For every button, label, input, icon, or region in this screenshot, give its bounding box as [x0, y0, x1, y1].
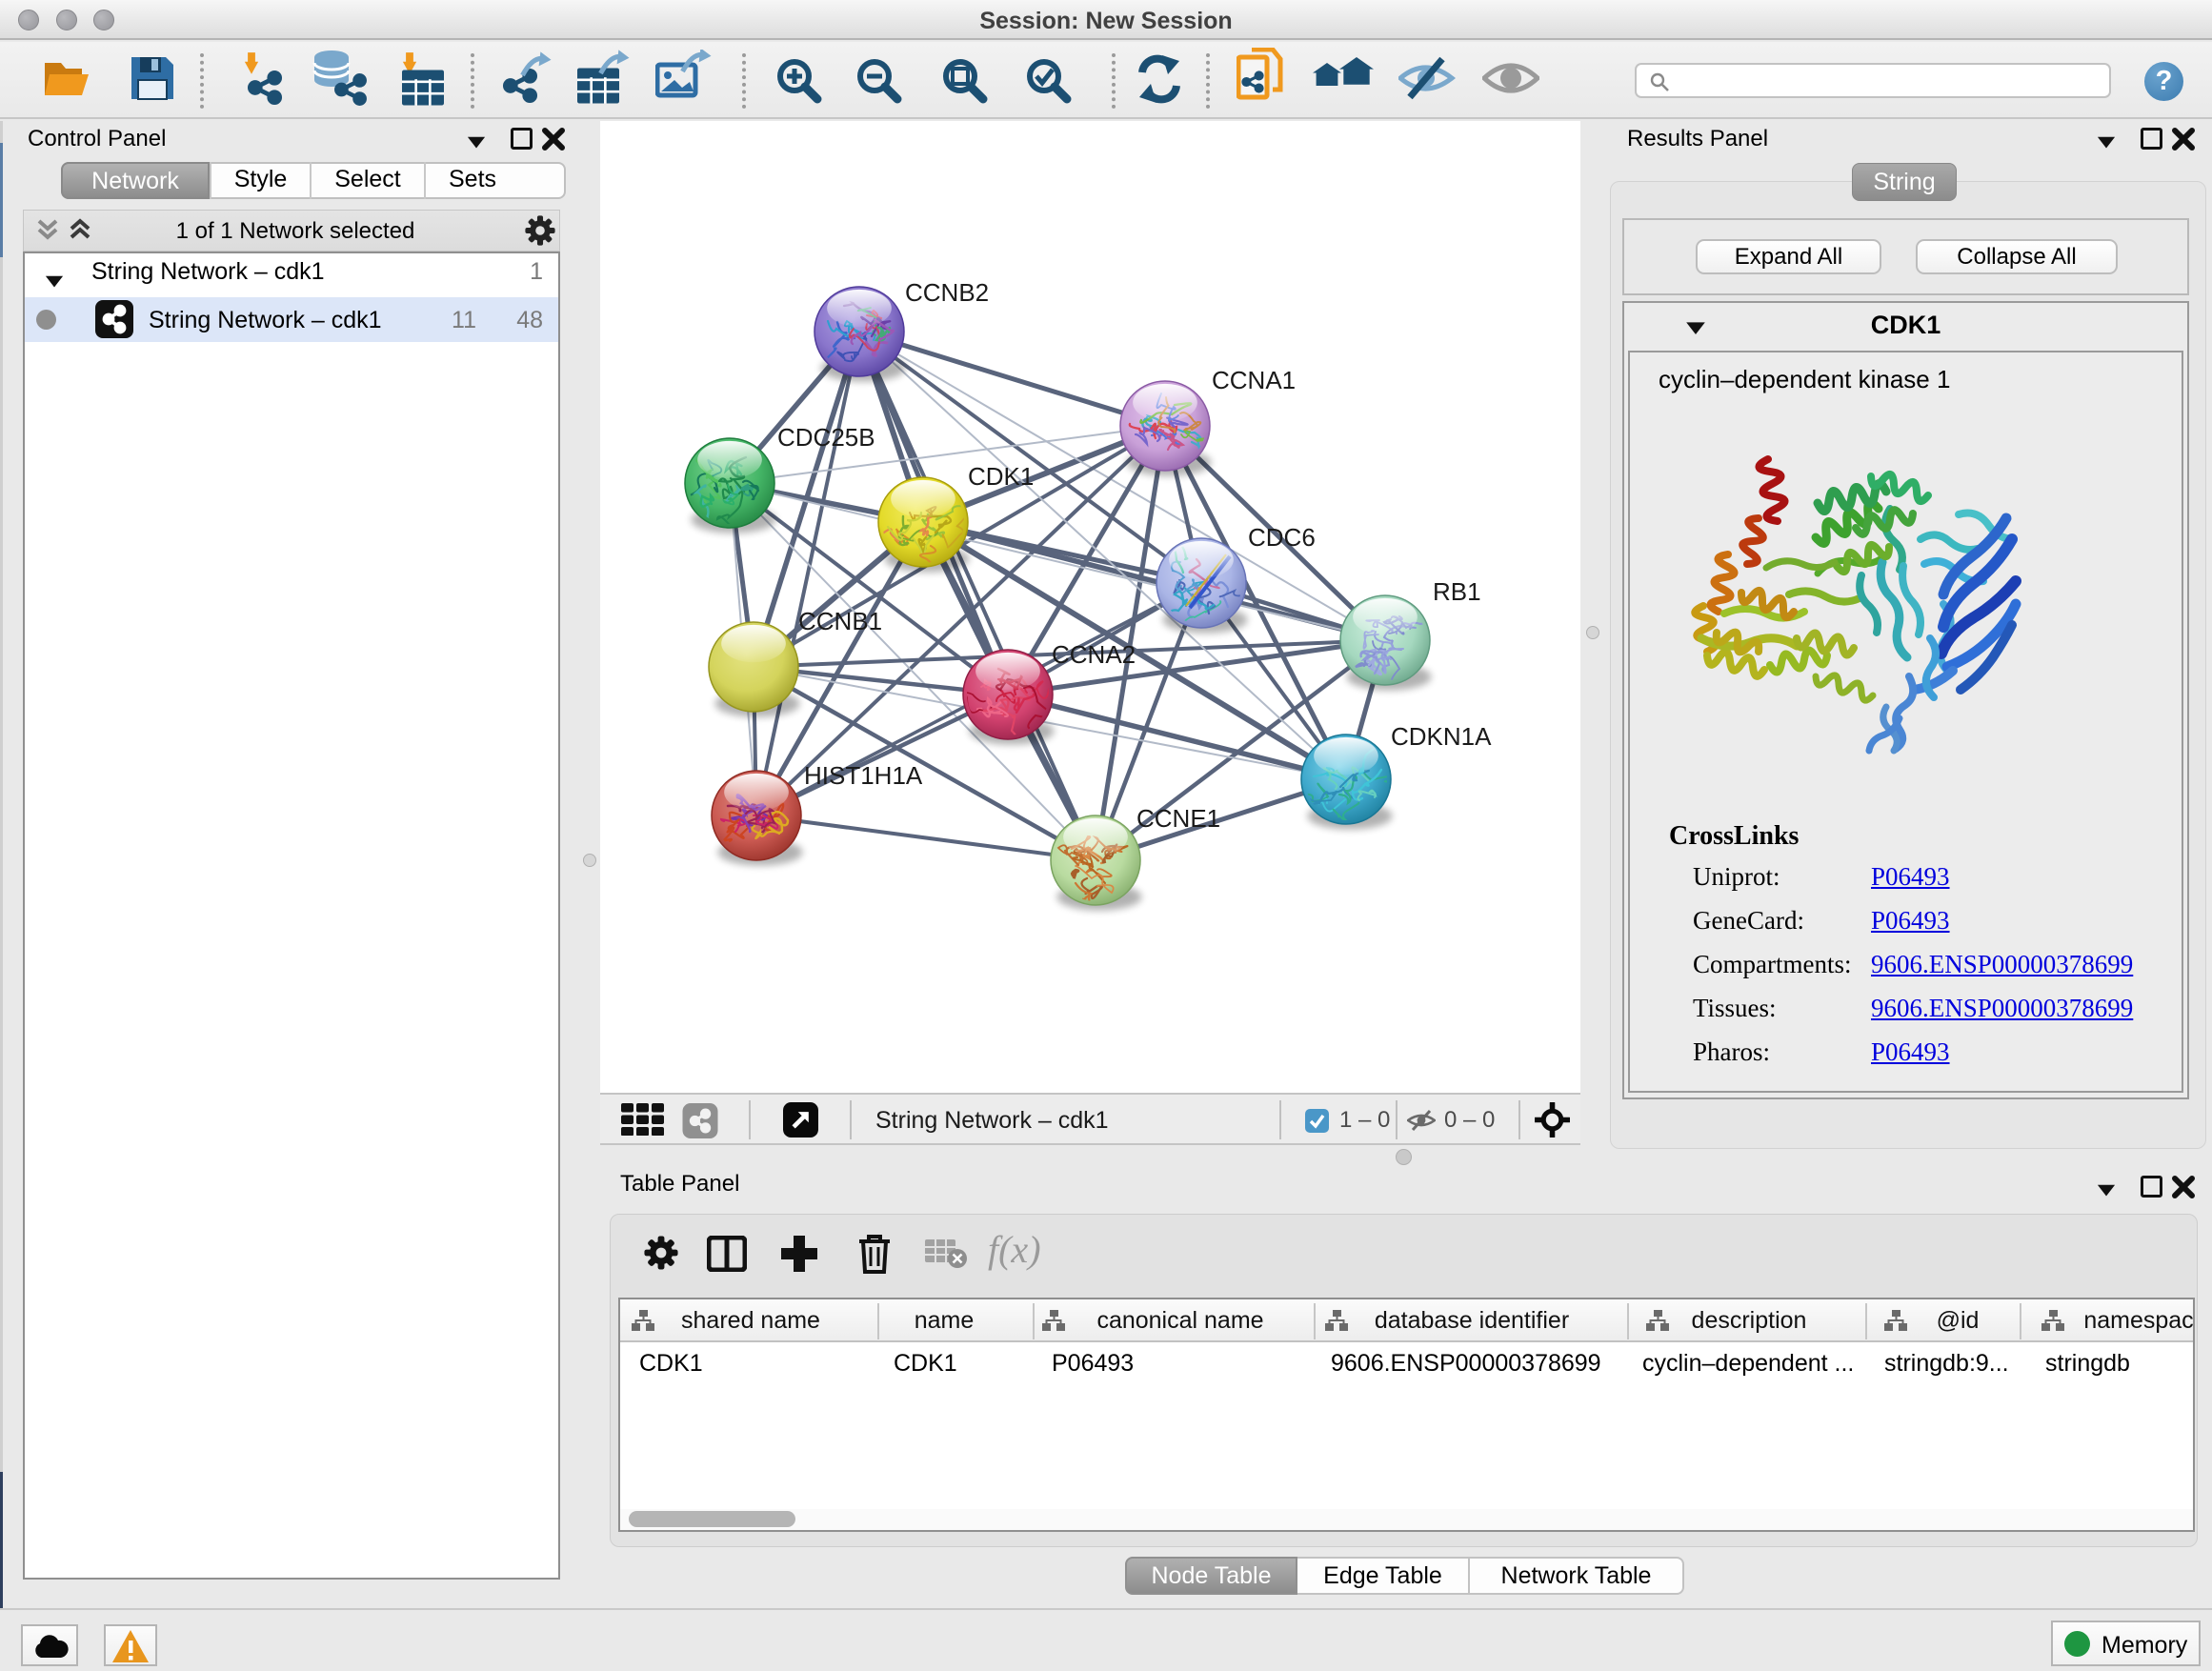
svg-text:CDK1: CDK1: [968, 462, 1034, 491]
svg-text:CCNB2: CCNB2: [905, 278, 989, 307]
svg-text:CCNB1: CCNB1: [798, 607, 882, 635]
svg-text:CDC25B: CDC25B: [777, 423, 875, 452]
svg-text:CCNE1: CCNE1: [1136, 804, 1220, 833]
svg-text:CCNA2: CCNA2: [1052, 640, 1136, 669]
svg-text:RB1: RB1: [1433, 577, 1481, 606]
svg-text:HIST1H1A: HIST1H1A: [804, 761, 923, 790]
svg-text:CDKN1A: CDKN1A: [1391, 722, 1492, 751]
svg-text:CCNA1: CCNA1: [1212, 366, 1296, 394]
svg-text:CDC6: CDC6: [1248, 523, 1316, 552]
